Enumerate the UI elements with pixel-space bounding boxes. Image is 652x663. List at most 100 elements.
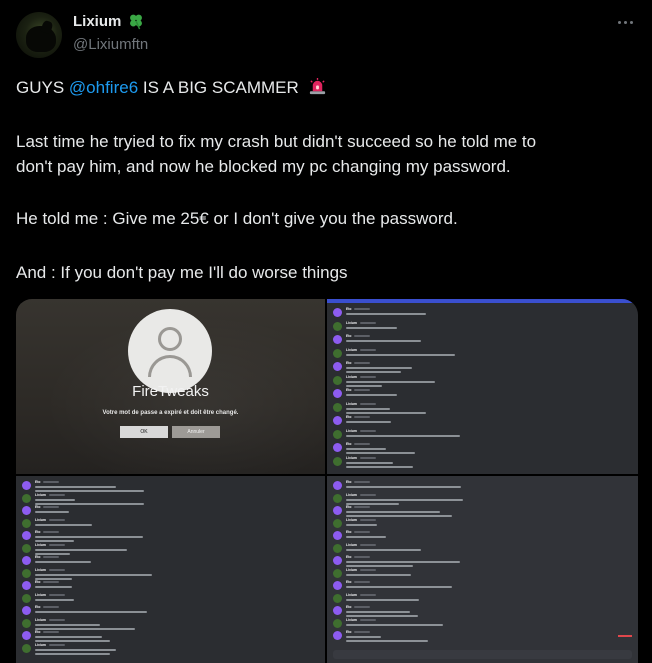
chat-timestamp xyxy=(354,581,371,583)
media-lock-screen[interactable]: FireTweaks Votre mot de passe a expiré e… xyxy=(16,299,325,474)
chat-text-line xyxy=(346,380,435,383)
chat-text-line xyxy=(346,498,463,501)
chat-avatar xyxy=(333,321,342,331)
author-name-row: Lixium xyxy=(73,12,145,30)
tweet: Lixium @Lixiumftn GUYS @ohfire6 IS A BIG… xyxy=(0,0,652,663)
chat-message-header: Lixium xyxy=(35,618,135,622)
chat-avatar xyxy=(22,518,31,528)
chat-text-line xyxy=(346,561,460,564)
chat-timestamp xyxy=(359,456,376,459)
chat-message-header: Lixium xyxy=(346,456,413,460)
message-input xyxy=(333,650,632,659)
chat-text-line xyxy=(35,498,75,501)
chat-timestamp xyxy=(359,593,376,596)
chat-timestamp xyxy=(359,402,376,405)
chat-timestamp xyxy=(359,321,376,324)
chat-timestamp xyxy=(48,518,65,521)
chat-author: Eto xyxy=(346,334,352,338)
chat-author: Lixium xyxy=(346,617,357,622)
chat-timestamp xyxy=(354,308,371,310)
chat-avatar xyxy=(22,631,31,640)
post-line-5: And : If you don't pay me I'll do worse … xyxy=(16,263,348,282)
mention-link[interactable]: @ohfire6 xyxy=(69,78,138,97)
chat-text-line xyxy=(346,353,455,356)
media-chat-3[interactable]: Eto Lixium Eto Lixium Eto Lixium Eto Lixium Eto L… xyxy=(327,476,638,663)
chat-text-line xyxy=(35,636,102,639)
chat-text-line xyxy=(35,586,72,589)
chat-author: Eto xyxy=(346,415,352,419)
chat-text-line xyxy=(35,573,152,576)
chat-text-line xyxy=(346,340,421,343)
post-line-1: GUYS @ohfire6 IS A BIG SCAMMER xyxy=(16,77,327,99)
chat-timestamp xyxy=(354,335,371,337)
chat-message-body: Lixium xyxy=(346,402,426,414)
chat-message: Eto xyxy=(333,415,391,425)
chat-text-line xyxy=(346,407,390,410)
chat-text-line xyxy=(35,523,92,526)
chat-avatar xyxy=(22,481,31,490)
media-chat-1[interactable]: Eto Lixium Eto Lixium Eto Lixium Eto Lixium Eto L… xyxy=(327,299,638,474)
chat-message-header: Lixium xyxy=(346,543,421,547)
chat-message: Eto xyxy=(22,505,69,515)
avatar[interactable] xyxy=(16,12,62,58)
chat-author: Lixium xyxy=(346,542,357,547)
chat-author: Lixium xyxy=(35,592,46,597)
chat-message-header: Eto xyxy=(346,605,418,609)
chat-text-line xyxy=(35,561,91,564)
chat-author: Eto xyxy=(346,605,352,609)
chat-avatar xyxy=(333,335,342,344)
chat-text-line xyxy=(346,448,386,451)
chat-message-body: Eto xyxy=(346,530,386,540)
chat-message: Lixium xyxy=(333,493,463,505)
handle[interactable]: @Lixiumftn xyxy=(73,36,148,53)
chat-author: Lixium xyxy=(35,567,46,572)
chat-avatar xyxy=(333,606,342,615)
chat-timestamp xyxy=(354,362,371,364)
chat-avatar xyxy=(22,506,31,515)
chat-timestamp xyxy=(359,493,376,496)
chat-message: Eto xyxy=(22,530,143,543)
chat-author: Eto xyxy=(35,530,41,534)
chat-text-line xyxy=(346,421,391,424)
chat-timestamp xyxy=(43,631,60,633)
chat-timestamp xyxy=(359,568,376,571)
media-grid: FireTweaks Votre mot de passe a expiré e… xyxy=(16,299,638,663)
chat-message: Eto xyxy=(333,580,452,590)
chat-timestamp xyxy=(354,443,371,445)
chat-avatar xyxy=(333,506,342,515)
chat-author: Eto xyxy=(346,442,352,446)
chat-message: Lixium xyxy=(22,518,92,528)
chat-text-line xyxy=(346,486,461,489)
more-options-icon[interactable] xyxy=(614,12,636,32)
chat-message-header: Eto xyxy=(346,530,386,534)
media-chat-2[interactable]: Eto Lixium Eto Lixium Eto Lixium Eto Lixium Eto L… xyxy=(16,476,325,663)
chat-message-body: Lixium xyxy=(346,375,435,387)
chat-avatar xyxy=(333,443,342,452)
display-name[interactable]: Lixium xyxy=(73,13,121,30)
lock-ok-button: OK xyxy=(120,426,168,438)
chat-author: Eto xyxy=(35,505,41,509)
chat-message-header: Lixium xyxy=(35,493,144,497)
chat-message-header: Lixium xyxy=(346,593,419,597)
chat-timestamp xyxy=(354,416,371,418)
chat-timestamp xyxy=(354,606,371,608)
chat-message-body: Lixium xyxy=(346,518,377,528)
chat-author: Lixium xyxy=(35,517,46,522)
chat-timestamp xyxy=(43,506,60,508)
chat-avatar xyxy=(22,618,31,628)
chat-timestamp xyxy=(359,518,376,521)
chat-message: Eto xyxy=(22,580,72,590)
post-text: GUYS xyxy=(16,78,69,97)
chat-avatar xyxy=(333,631,342,640)
chat-message: Lixium xyxy=(333,429,460,439)
lock-cancel-button: Annuler xyxy=(172,426,220,438)
chat-text-line xyxy=(346,573,411,576)
chat-message: Lixium xyxy=(333,348,455,358)
chat-message-body: Lixium xyxy=(35,543,127,555)
chat-timestamp xyxy=(43,556,60,558)
chat-message-body: Eto xyxy=(35,530,143,543)
chat-text-line xyxy=(35,611,147,614)
chat-timestamp xyxy=(359,429,376,432)
chat-text-line xyxy=(346,640,428,643)
chat-text-line xyxy=(346,411,426,414)
